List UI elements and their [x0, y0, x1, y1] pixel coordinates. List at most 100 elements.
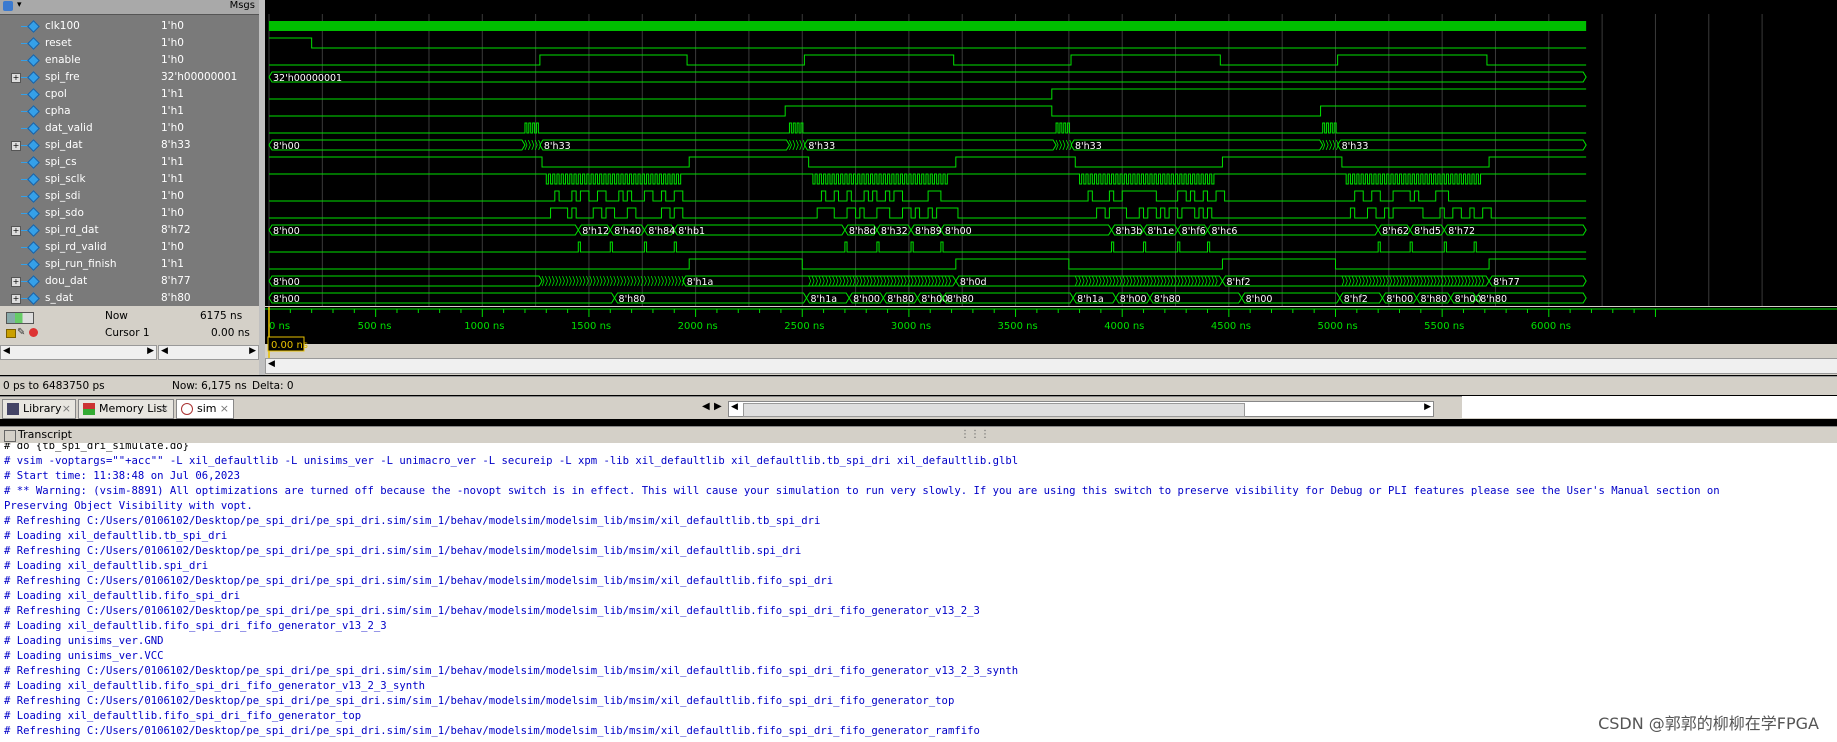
signal-row-spi-cs[interactable]: spi_cs — [0, 154, 158, 171]
tab-memory-list[interactable]: Memory List × — [78, 399, 174, 419]
bus-toggle — [551, 275, 555, 287]
signal-row-clk100[interactable]: clk100 — [0, 18, 158, 35]
transcript-line: # Refreshing C:/Users/0106102/Desktop/pe… — [4, 575, 834, 587]
bus-toggle — [920, 275, 924, 287]
bus-toggle — [1197, 275, 1201, 287]
axis-tick-label: 3500 ns — [998, 321, 1038, 332]
close-icon[interactable]: × — [62, 400, 71, 418]
bus-value-label: 8'h80 — [887, 294, 914, 305]
signal-value-spi-fre[interactable]: 32'h00000001 — [158, 69, 259, 86]
dropdown-icon[interactable]: ▾ — [17, 0, 22, 10]
signal-value-spi-rd-valid[interactable]: 1'h0 — [158, 239, 259, 256]
now-icon[interactable] — [6, 312, 34, 324]
signal-value-spi-sclk[interactable]: 1'h1 — [158, 171, 259, 188]
signal-value: 1'h0 — [161, 207, 184, 219]
transcript-icon — [4, 430, 16, 442]
scroll-right-icon[interactable]: ▶ — [249, 346, 256, 356]
remove-cursor-icon[interactable] — [29, 328, 38, 337]
waveform-pane[interactable]: 32'h00000001 8'h00 8'h33 8'h33 8'h33 8'h33 8'h… — [265, 0, 1837, 306]
signal-row-spi-sdo[interactable]: spi_sdo — [0, 205, 158, 222]
signal-value-spi-sdo[interactable]: 1'h0 — [158, 205, 259, 222]
signal-row-spi-dat[interactable]: + spi_dat — [0, 137, 158, 154]
bus-toggle — [1460, 275, 1464, 287]
scroll-left-icon[interactable]: ◀ — [3, 346, 10, 356]
bus-toggle — [555, 275, 559, 287]
wave-toolbar-icon[interactable] — [3, 1, 13, 11]
transcript-grip-icon[interactable]: ⋮⋮⋮ — [960, 427, 990, 443]
signal-value-enable[interactable]: 1'h0 — [158, 52, 259, 69]
signal-value-spi-sdi[interactable]: 1'h0 — [158, 188, 259, 205]
signal-row-spi-sdi[interactable]: spi_sdi — [0, 188, 158, 205]
scroll-right-icon[interactable]: ▶ — [1424, 402, 1431, 412]
bus-toggle — [893, 275, 897, 287]
signal-row-reset[interactable]: reset — [0, 35, 158, 52]
bus-toggle — [623, 275, 627, 287]
expand-icon[interactable]: + — [11, 141, 21, 151]
signal-row-spi-fre[interactable]: + spi_fre — [0, 69, 158, 86]
signal-value-dat-valid[interactable]: 1'h0 — [158, 120, 259, 137]
signal-value-spi-rd-dat[interactable]: 8'h72 — [158, 222, 259, 239]
bus-toggle — [1389, 275, 1393, 287]
expand-icon[interactable]: + — [11, 73, 21, 83]
name-pane-scrollbar[interactable]: ◀ ▶ — [0, 345, 157, 360]
bus-toggle — [1341, 275, 1345, 287]
bus-toggle — [1214, 275, 1218, 287]
signal-value-s-dat[interactable]: 8'h80 — [158, 290, 259, 307]
signal-row-spi-rd-valid[interactable]: spi_rd_valid — [0, 239, 158, 256]
expand-icon[interactable]: + — [11, 294, 21, 304]
signal-row-spi-rd-dat[interactable]: + spi_rd_dat — [0, 222, 158, 239]
bus-toggle — [917, 275, 921, 287]
transcript-pane[interactable]: # do {tb_spi_dri_simulate.do} # vsim -vop… — [0, 443, 1837, 742]
signal-value: 1'h1 — [161, 173, 184, 185]
scroll-left-icon[interactable]: ◀ — [161, 346, 168, 356]
signal-value-spi-dat[interactable]: 8'h33 — [158, 137, 259, 154]
lock-icon[interactable] — [6, 329, 16, 338]
pencil-icon[interactable]: ✎ — [17, 327, 25, 338]
axis-tick-label: 1000 ns — [464, 321, 504, 332]
signal-row-dat-valid[interactable]: dat_valid — [0, 120, 158, 137]
scrollbar-thumb[interactable] — [743, 403, 1245, 417]
signal-value-cpol[interactable]: 1'h1 — [158, 86, 259, 103]
scroll-left-icon[interactable]: ◀ — [731, 402, 738, 412]
bus-toggle — [845, 275, 849, 287]
bus-toggle — [650, 275, 654, 287]
expand-icon[interactable]: + — [11, 226, 21, 236]
signal-value-spi-run-finish[interactable]: 1'h1 — [158, 256, 259, 273]
signal-value-dou-dat[interactable]: 8'h77 — [158, 273, 259, 290]
bus-toggle — [883, 275, 887, 287]
tab-sim[interactable]: sim × — [176, 399, 234, 419]
scroll-right-icon[interactable]: ▶ — [147, 346, 154, 356]
tab-scroll-left-icon[interactable]: ◀ — [702, 401, 710, 412]
close-icon[interactable]: × — [220, 400, 229, 418]
wave-horizontal-scrollbar[interactable]: ◀ — [265, 358, 1837, 374]
signal-value-cpha[interactable]: 1'h1 — [158, 103, 259, 120]
tab-scroll-right-icon[interactable]: ▶ — [714, 401, 722, 412]
signal-row-cpol[interactable]: cpol — [0, 86, 158, 103]
signal-row-dou-dat[interactable]: + dou_dat — [0, 273, 158, 290]
value-pane-scrollbar[interactable]: ◀ ▶ — [158, 345, 259, 360]
bus-toggle — [1119, 275, 1123, 287]
signal-row-spi-run-finish[interactable]: spi_run_finish — [0, 256, 158, 273]
signal-row-spi-sclk[interactable]: spi_sclk — [0, 171, 158, 188]
expand-icon[interactable]: + — [11, 277, 21, 287]
close-icon[interactable]: × — [160, 400, 169, 418]
signal-row-s-dat[interactable]: + s_dat — [0, 290, 158, 307]
signal-value: 1'h1 — [161, 258, 184, 270]
tab-library[interactable]: Library × — [2, 399, 76, 419]
tab-area-scrollbar[interactable]: ◀ ▶ — [728, 401, 1434, 417]
signal-value-reset[interactable]: 1'h0 — [158, 35, 259, 52]
bus-toggle — [599, 275, 603, 287]
bus-value-label: 8'hb1 — [678, 226, 705, 237]
bus-toggle — [1065, 139, 1069, 151]
bus-toggle — [931, 275, 934, 287]
scroll-left-icon[interactable]: ◀ — [268, 359, 275, 369]
signal-value: 8'h80 — [161, 292, 191, 304]
bus-toggle — [528, 139, 531, 151]
signal-value-clk100[interactable]: 1'h0 — [158, 18, 259, 35]
signal-value-spi-cs[interactable]: 1'h1 — [158, 154, 259, 171]
signal-row-cpha[interactable]: cpha — [0, 103, 158, 120]
bus-segment — [803, 139, 1057, 151]
signal-row-enable[interactable]: enable — [0, 52, 158, 69]
bus-toggle — [1447, 275, 1451, 287]
wave-clk100 — [269, 21, 1587, 31]
